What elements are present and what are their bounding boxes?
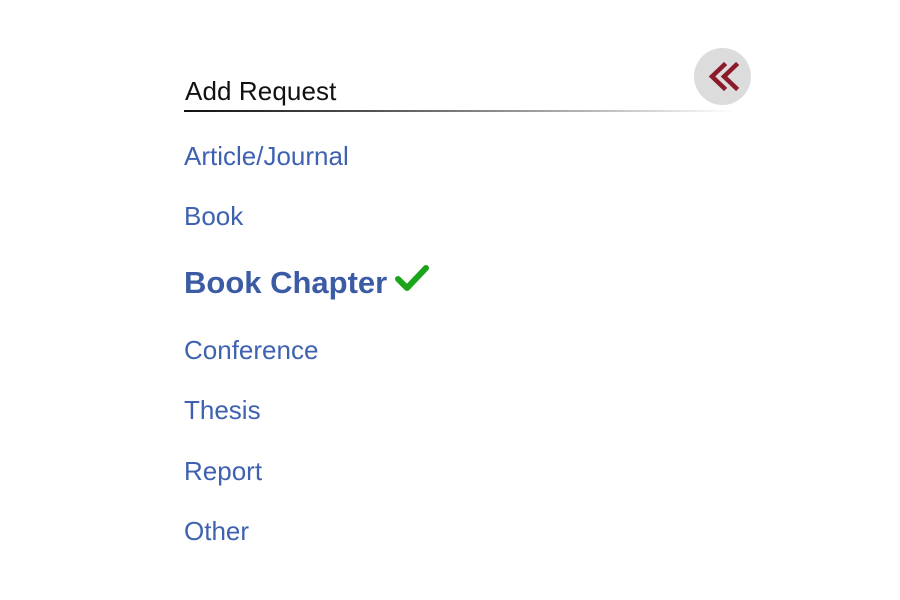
menu-item-book-chapter[interactable]: Book Chapter [184, 264, 430, 303]
menu-item-report[interactable]: Report [184, 455, 262, 487]
menu-item-label: Article/Journal [184, 141, 349, 171]
menu-item-label: Other [184, 516, 250, 546]
menu-item-label: Book [184, 201, 244, 231]
header-divider [184, 110, 736, 112]
collapse-panel-button[interactable] [694, 48, 751, 105]
menu-item-thesis[interactable]: Thesis [184, 394, 261, 426]
menu-item-label: Report [184, 456, 263, 486]
menu-item-label: Book Chapter [184, 265, 388, 300]
menu-item-other[interactable]: Other [184, 515, 249, 547]
add-request-panel: Add Request Article/Journal Book Book Ch… [184, 48, 754, 568]
panel-header: Add Request [184, 76, 736, 112]
menu-item-label: Conference [184, 335, 319, 365]
menu-item-label: Thesis [184, 395, 261, 425]
panel-title: Add Request [185, 76, 337, 106]
menu-item-article-journal[interactable]: Article/Journal [184, 140, 349, 172]
menu-item-book[interactable]: Book [184, 200, 243, 232]
double-chevron-left-icon [708, 61, 740, 92]
menu-item-conference[interactable]: Conference [184, 334, 318, 366]
checkmark-icon [395, 264, 430, 300]
